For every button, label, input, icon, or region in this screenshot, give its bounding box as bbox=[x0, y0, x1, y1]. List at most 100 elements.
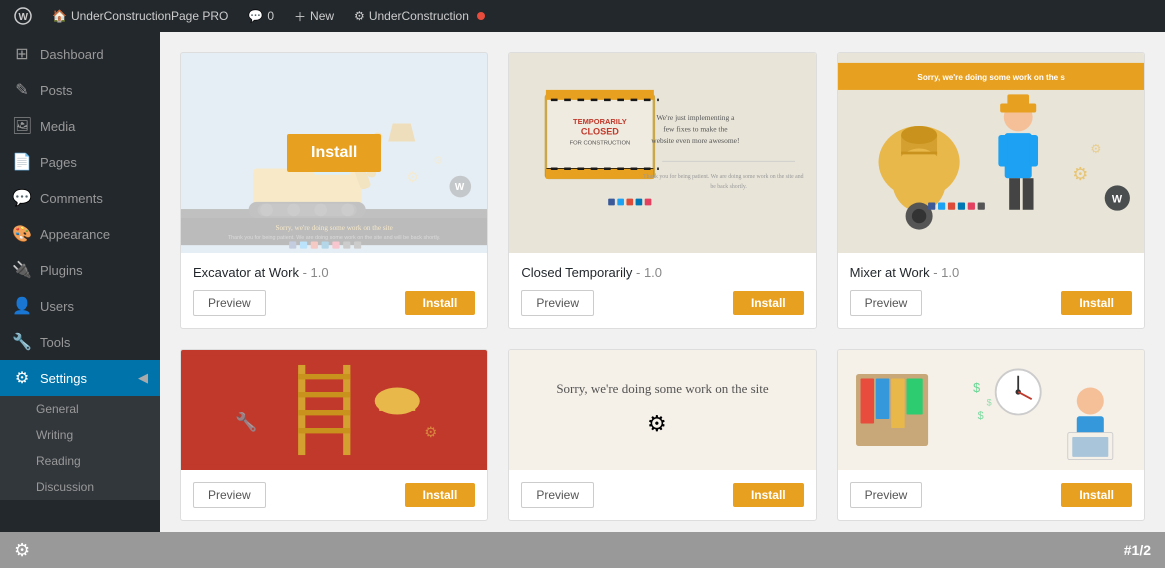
settings-nav-icon: ⚙ bbox=[12, 368, 32, 388]
template-info-work-text: Preview Install bbox=[509, 470, 815, 520]
home-icon: 🏠 bbox=[52, 9, 67, 23]
install-button-mixer[interactable]: Install bbox=[1061, 291, 1132, 315]
admin-bar: W 🏠 UnderConstructionPage PRO 💬 0 ＋ New … bbox=[0, 0, 1165, 32]
template-card-excavator: ⚙ ⚙ W Sorry, we're doing some work on th… bbox=[180, 52, 488, 329]
page-indicator: #1/2 bbox=[1124, 542, 1151, 558]
template-actions-closed: Preview Install bbox=[521, 290, 803, 316]
svg-text:few fixes to make the: few fixes to make the bbox=[664, 124, 729, 133]
submenu-item-discussion[interactable]: Discussion bbox=[0, 474, 160, 500]
appearance-icon: 🎨 bbox=[12, 224, 32, 244]
template-card-work-text: Sorry, we're doing some work on the site… bbox=[508, 349, 816, 521]
main-content: ⚙ ⚙ W Sorry, we're doing some work on th… bbox=[160, 32, 1165, 532]
sidebar-label-posts: Posts bbox=[40, 83, 73, 98]
template-actions-red: Preview Install bbox=[193, 482, 475, 508]
users-icon: 👤 bbox=[12, 296, 32, 316]
new-link[interactable]: ＋ New bbox=[290, 8, 338, 25]
template-thumbnail-office: $ $ $ bbox=[838, 350, 1144, 470]
site-link[interactable]: ⚙ UnderConstruction bbox=[350, 9, 489, 23]
mixer-illustration: Sorry, we're doing some work on the s bbox=[838, 53, 1144, 253]
submenu-item-general[interactable]: General bbox=[0, 396, 160, 422]
red-illustration: 🔧 ⚙ bbox=[181, 350, 487, 470]
template-version-mixer: - 1.0 bbox=[933, 265, 959, 280]
sidebar-label-comments: Comments bbox=[40, 191, 103, 206]
office-illustration: $ $ $ bbox=[838, 350, 1144, 470]
media-icon: 🖼 bbox=[12, 116, 32, 136]
card-overlay-panel: Install bbox=[181, 53, 487, 253]
template-card-red: 🔧 ⚙ Preview Install bbox=[180, 349, 488, 521]
template-actions-excavator: Preview Install bbox=[193, 290, 475, 316]
template-info-closed: Closed Temporarily - 1.0 Preview Install bbox=[509, 253, 815, 328]
preview-button-work-text[interactable]: Preview bbox=[521, 482, 594, 508]
template-thumbnail-red: 🔧 ⚙ bbox=[181, 350, 487, 470]
install-button-closed[interactable]: Install bbox=[733, 291, 804, 315]
template-thumbnail-mixer: Sorry, we're doing some work on the s bbox=[838, 53, 1144, 253]
template-thumbnail-work-text: Sorry, we're doing some work on the site… bbox=[509, 350, 815, 470]
template-card-mixer: Sorry, we're doing some work on the s bbox=[837, 52, 1145, 329]
tools-icon: 🔧 bbox=[12, 332, 32, 352]
template-info-red: Preview Install bbox=[181, 470, 487, 520]
sidebar-item-comments[interactable]: 💬 Comments bbox=[0, 180, 160, 216]
svg-text:⚙: ⚙ bbox=[647, 411, 667, 436]
sidebar-item-dashboard[interactable]: ⊞ Dashboard bbox=[0, 36, 160, 72]
wp-logo[interactable]: W bbox=[10, 7, 36, 25]
svg-text:$: $ bbox=[986, 397, 991, 407]
status-bar: ⚙ #1/2 bbox=[0, 532, 1165, 568]
svg-text:CLOSED: CLOSED bbox=[581, 127, 619, 137]
preview-button-closed[interactable]: Preview bbox=[521, 290, 594, 316]
template-thumbnail-closed: TEMPORARILY CLOSED FOR CONSTRUCTION We'r… bbox=[509, 53, 815, 253]
sidebar-label-settings: Settings bbox=[40, 371, 87, 386]
sidebar-item-posts[interactable]: ✎ Posts bbox=[0, 72, 160, 108]
overlay-install-button[interactable]: Install bbox=[287, 134, 381, 172]
sidebar-item-plugins[interactable]: 🔌 Plugins bbox=[0, 252, 160, 288]
preview-button-office[interactable]: Preview bbox=[850, 482, 923, 508]
posts-icon: ✎ bbox=[12, 80, 32, 100]
svg-text:⚙: ⚙ bbox=[1090, 142, 1101, 156]
plus-icon: ＋ bbox=[294, 8, 306, 25]
template-grid: ⚙ ⚙ W Sorry, we're doing some work on th… bbox=[180, 52, 1145, 521]
sidebar-label-plugins: Plugins bbox=[40, 263, 83, 278]
gear-status-icon: ⚙ bbox=[14, 540, 30, 561]
sidebar-label-media: Media bbox=[40, 119, 75, 134]
submenu-item-reading[interactable]: Reading bbox=[0, 448, 160, 474]
svg-text:We're just implementing a: We're just implementing a bbox=[657, 113, 736, 122]
svg-text:TEMPORARILY: TEMPORARILY bbox=[573, 117, 627, 126]
chevron-icon: ◀ bbox=[138, 370, 148, 386]
svg-text:🔧: 🔧 bbox=[235, 411, 257, 432]
template-version-excavator: - 1.0 bbox=[303, 265, 329, 280]
wp-logo-icon: W bbox=[14, 7, 32, 25]
install-button-work-text[interactable]: Install bbox=[733, 483, 804, 507]
dashboard-icon: ⊞ bbox=[12, 44, 32, 64]
template-name-closed: Closed Temporarily - 1.0 bbox=[521, 265, 803, 280]
svg-text:⚙: ⚙ bbox=[1072, 164, 1088, 184]
template-info-office: Preview Install bbox=[838, 470, 1144, 520]
sidebar-item-pages[interactable]: 📄 Pages bbox=[0, 144, 160, 180]
preview-button-mixer[interactable]: Preview bbox=[850, 290, 923, 316]
sidebar-item-settings[interactable]: ⚙ Settings ◀ bbox=[0, 360, 160, 396]
svg-text:FOR CONSTRUCTION: FOR CONSTRUCTION bbox=[570, 141, 631, 147]
submenu-item-writing[interactable]: Writing bbox=[0, 422, 160, 448]
template-version-closed: - 1.0 bbox=[636, 265, 662, 280]
svg-text:$: $ bbox=[977, 410, 983, 422]
svg-text:W: W bbox=[1112, 194, 1123, 206]
site-name[interactable]: 🏠 UnderConstructionPage PRO bbox=[48, 9, 232, 23]
sidebar-item-tools[interactable]: 🔧 Tools bbox=[0, 324, 160, 360]
template-name-excavator: Excavator at Work - 1.0 bbox=[193, 265, 475, 280]
site-status-dot bbox=[477, 12, 485, 20]
template-thumbnail-excavator: ⚙ ⚙ W Sorry, we're doing some work on th… bbox=[181, 53, 487, 253]
comments-icon: 💬 bbox=[12, 188, 32, 208]
sidebar-label-pages: Pages bbox=[40, 155, 77, 170]
plugins-icon: 🔌 bbox=[12, 260, 32, 280]
sidebar-item-media[interactable]: 🖼 Media bbox=[0, 108, 160, 144]
preview-button-red[interactable]: Preview bbox=[193, 482, 266, 508]
sidebar-item-appearance[interactable]: 🎨 Appearance bbox=[0, 216, 160, 252]
sidebar: ⊞ Dashboard ✎ Posts 🖼 Media 📄 Pages 💬 Co… bbox=[0, 32, 160, 532]
sidebar-label-users: Users bbox=[40, 299, 74, 314]
comments-link[interactable]: 💬 0 bbox=[244, 9, 278, 23]
template-actions-mixer: Preview Install bbox=[850, 290, 1132, 316]
sidebar-item-users[interactable]: 👤 Users bbox=[0, 288, 160, 324]
install-button-office[interactable]: Install bbox=[1061, 483, 1132, 507]
template-actions-office: Preview Install bbox=[850, 482, 1132, 508]
preview-button-excavator[interactable]: Preview bbox=[193, 290, 266, 316]
install-button-red[interactable]: Install bbox=[405, 483, 476, 507]
install-button-excavator[interactable]: Install bbox=[405, 291, 476, 315]
